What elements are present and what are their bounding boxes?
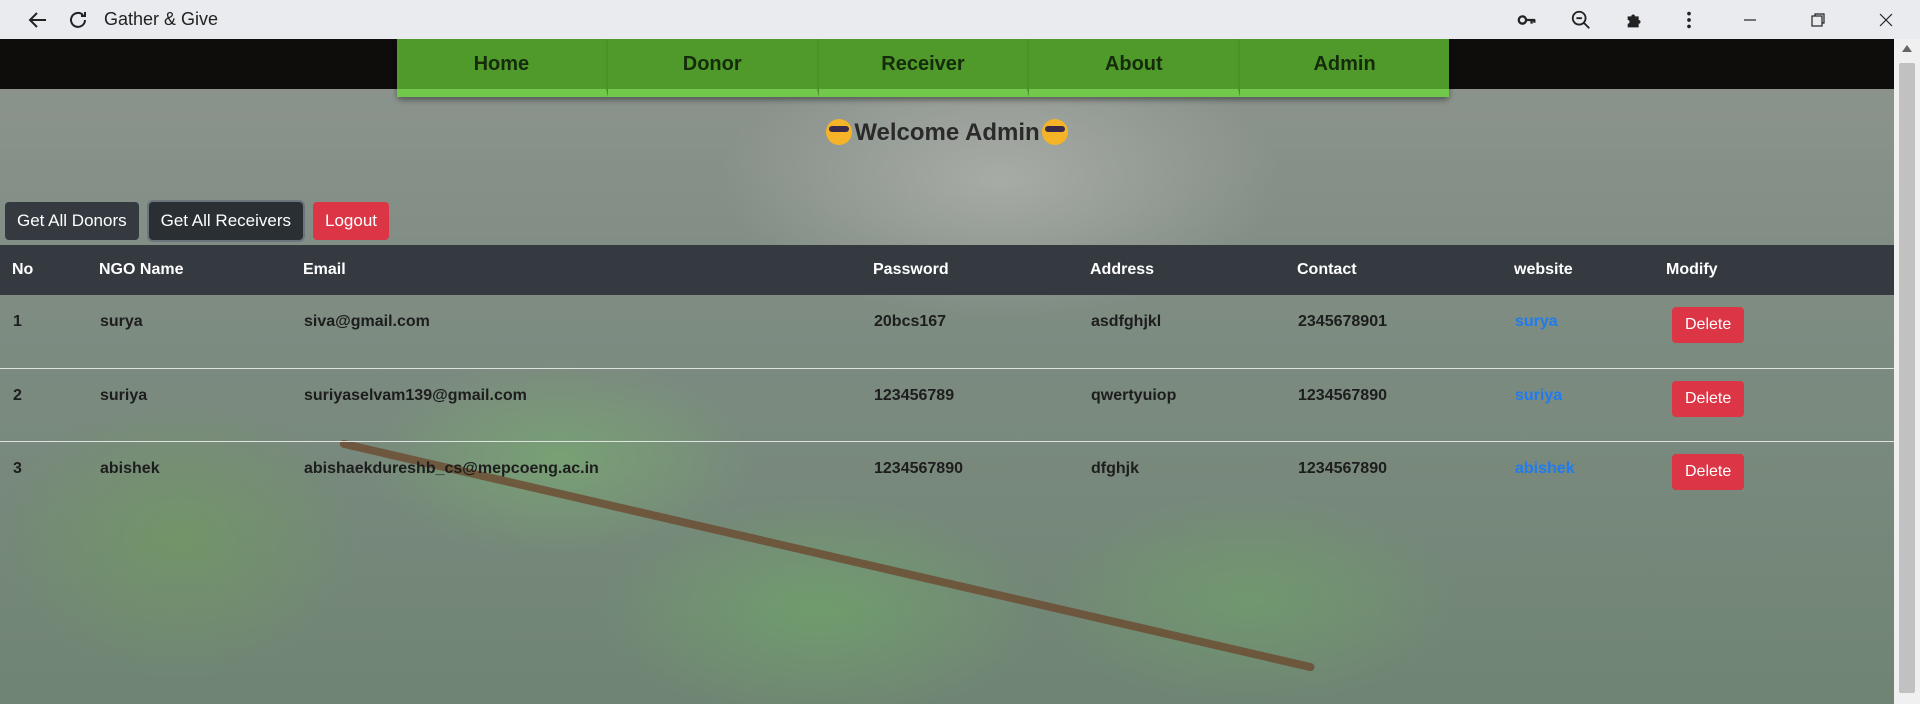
- table-row: 3 abishek abishaekdureshb_cs@mepcoeng.ac…: [0, 441, 1894, 514]
- welcome-heading: Welcome Admin: [0, 119, 1894, 147]
- cell-modify: Delete: [1654, 295, 1894, 369]
- cell-contact: 2345678901: [1285, 295, 1502, 369]
- minimize-icon[interactable]: [1716, 0, 1784, 39]
- cell-password: 123456789: [861, 368, 1078, 442]
- nav-admin[interactable]: Admin: [1240, 39, 1449, 97]
- cell-contact: 1234567890: [1285, 368, 1502, 442]
- reload-icon[interactable]: [58, 0, 98, 39]
- cell-email: abishaekdureshb_cs@mepcoeng.ac.in: [304, 459, 599, 477]
- cell-password: 20bcs167: [861, 295, 1078, 369]
- nav-about[interactable]: About: [1029, 39, 1241, 97]
- nav-home[interactable]: Home: [397, 39, 608, 97]
- back-arrow-icon[interactable]: [18, 0, 58, 39]
- header-contact: Contact: [1297, 261, 1357, 278]
- cell-ngo-name: abishek: [100, 459, 160, 477]
- cell-no: 3: [13, 459, 22, 477]
- header-no: No: [12, 261, 34, 278]
- delete-button[interactable]: Delete: [1672, 380, 1745, 417]
- header-ngo-name: NGO Name: [99, 261, 184, 278]
- browser-title: Gather & Give: [104, 9, 219, 29]
- table-header-row: No NGO Name Email Password Address Conta…: [0, 245, 1894, 295]
- header-website: website: [1514, 261, 1573, 278]
- delete-button[interactable]: Delete: [1672, 307, 1745, 343]
- extensions-icon[interactable]: [1608, 0, 1662, 39]
- welcome-text: Welcome Admin: [854, 119, 1040, 146]
- sunglasses-emoji-icon: [1041, 119, 1068, 145]
- cell-email: siva@gmail.com: [291, 295, 861, 369]
- more-menu-icon[interactable]: [1662, 0, 1716, 39]
- cell-no: 1: [0, 295, 87, 369]
- admin-actions: Get All Donors Get All Receivers Logout: [5, 202, 389, 240]
- cell-email: suriyaselvam139@gmail.com: [291, 368, 861, 442]
- cell-contact: 1234567890: [1298, 459, 1387, 477]
- scrollbar-thumb[interactable]: [1899, 63, 1915, 693]
- header-email: Email: [303, 261, 346, 278]
- website-link[interactable]: abishek: [1502, 441, 1654, 514]
- receivers-table: No NGO Name Email Password Address Conta…: [0, 245, 1894, 514]
- cell-ngo-name: suriya: [87, 368, 291, 442]
- nav-donor[interactable]: Donor: [607, 39, 819, 97]
- scrollbar[interactable]: [1894, 39, 1920, 704]
- header-modify: Modify: [1666, 261, 1718, 278]
- page-background: Home Donor Receiver About Admin Welcome …: [0, 39, 1894, 704]
- cell-address: qwertyuiop: [1078, 368, 1285, 442]
- header-address: Address: [1090, 261, 1155, 278]
- website-link[interactable]: surya: [1502, 295, 1654, 369]
- zoom-out-icon[interactable]: [1554, 0, 1608, 39]
- main-nav: Home Donor Receiver About Admin: [397, 39, 1449, 97]
- header-password: Password: [873, 261, 949, 278]
- table-row: 1 surya siva@gmail.com 20bcs167 asdfghjk…: [0, 295, 1894, 369]
- key-icon[interactable]: [1500, 0, 1554, 39]
- sunglasses-emoji-icon: [826, 119, 853, 145]
- nav-receiver[interactable]: Receiver: [818, 39, 1030, 97]
- close-icon[interactable]: [1852, 0, 1920, 39]
- cell-modify: Delete: [1654, 441, 1894, 514]
- get-all-donors-button[interactable]: Get All Donors: [5, 202, 139, 240]
- cell-address: dfghjk: [1091, 459, 1139, 477]
- cell-no: 2: [0, 368, 87, 442]
- website-link[interactable]: suriya: [1502, 368, 1654, 442]
- cell-ngo-name: surya: [87, 295, 291, 369]
- logout-button[interactable]: Logout: [313, 202, 389, 240]
- delete-button[interactable]: Delete: [1672, 453, 1745, 490]
- get-all-receivers-button[interactable]: Get All Receivers: [148, 202, 303, 240]
- cell-address: asdfghjkl: [1078, 295, 1285, 369]
- cell-modify: Delete: [1654, 368, 1894, 442]
- restore-icon[interactable]: [1784, 0, 1852, 39]
- browser-toolbar: Gather & Give: [0, 0, 1920, 39]
- cell-password: 1234567890: [874, 459, 963, 477]
- scrollbar-up-arrow-icon[interactable]: [1894, 39, 1920, 57]
- table-row: 2 suriya suriyaselvam139@gmail.com 12345…: [0, 368, 1894, 442]
